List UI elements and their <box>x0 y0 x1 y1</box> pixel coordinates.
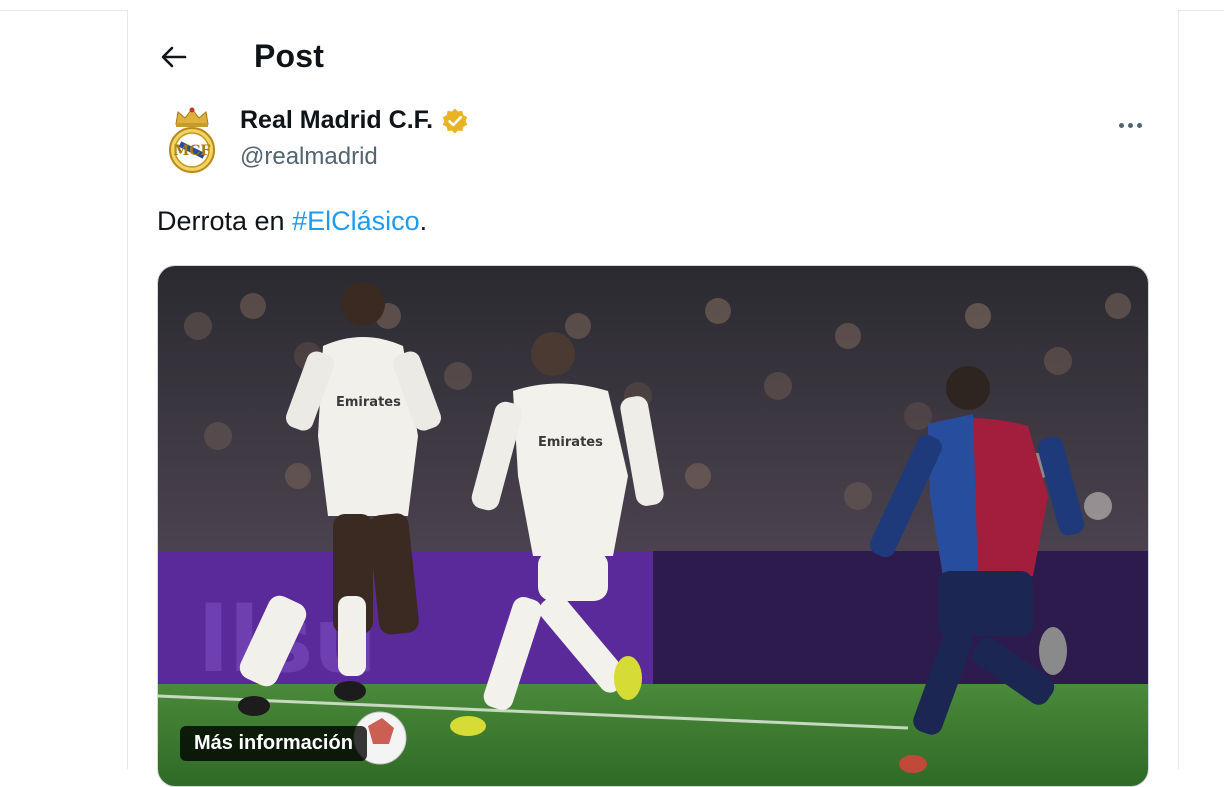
football-match-photo: llsu Emirates Emirates <box>158 266 1148 786</box>
author-handle[interactable]: @realmadrid <box>240 143 378 171</box>
avatar[interactable]: MCF <box>160 104 224 176</box>
page-title: Post <box>254 38 325 74</box>
verified-badge-icon <box>442 108 468 133</box>
more-icon-dot <box>1118 122 1124 128</box>
author-name[interactable]: Real Madrid C.F. <box>240 106 433 135</box>
tweet-text-before: Derrota en <box>157 206 293 236</box>
arrow-left-icon <box>161 46 187 68</box>
post-image[interactable]: llsu Emirates Emirates <box>157 265 1149 787</box>
tweet-text-after: . <box>419 206 428 236</box>
more-info-button[interactable]: Más información <box>180 726 367 761</box>
more-icon-dot <box>1127 122 1133 128</box>
author-row: Real Madrid C.F. <box>240 106 469 135</box>
svg-text:Emirates: Emirates <box>538 435 603 450</box>
back-button[interactable] <box>157 40 191 74</box>
real-madrid-crest-icon: MCF <box>169 107 215 173</box>
more-options-button[interactable] <box>1112 112 1148 138</box>
svg-text:Emirates: Emirates <box>336 395 401 410</box>
more-icon-dot <box>1136 122 1142 128</box>
hashtag-link[interactable]: #ElClásico <box>292 206 420 236</box>
tweet-text: Derrota en #ElClásico. <box>157 206 427 237</box>
svg-text:MCF: MCF <box>174 143 211 159</box>
